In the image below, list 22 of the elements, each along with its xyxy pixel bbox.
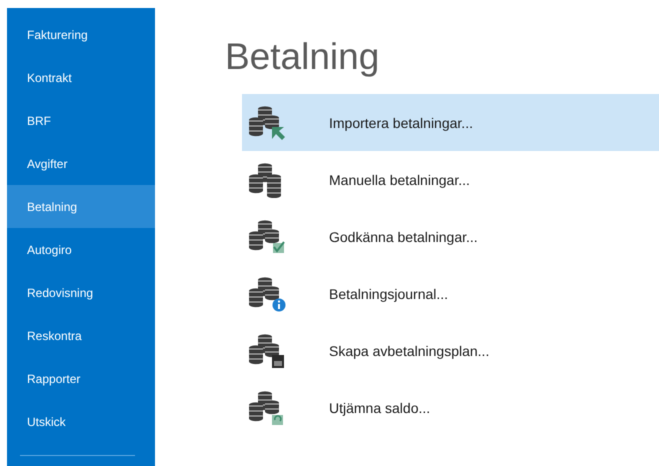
- action-item[interactable]: Skapa avbetalningsplan...: [242, 322, 659, 379]
- sidebar-item[interactable]: Avgifter: [7, 142, 155, 185]
- coins-calendar-icon: [248, 332, 286, 368]
- sidebar-item[interactable]: Betalning: [7, 185, 155, 228]
- action-item[interactable]: Godkänna betalningar...: [242, 208, 659, 265]
- coins-info-icon: [248, 276, 286, 312]
- sidebar-item[interactable]: Kontrakt: [7, 56, 155, 99]
- action-item[interactable]: Utjämna saldo...: [242, 379, 659, 436]
- coins-arrow-icon: [248, 104, 286, 140]
- sidebar-item[interactable]: Redovisning: [7, 271, 155, 314]
- action-item[interactable]: Manuella betalningar...: [242, 151, 659, 208]
- sidebar-item[interactable]: BRF: [7, 99, 155, 142]
- coins-refresh-icon: [248, 390, 286, 426]
- sidebar-item[interactable]: Utskick: [7, 400, 155, 443]
- sidebar-item[interactable]: Fakturering: [7, 13, 155, 56]
- sidebar-item[interactable]: Rapporter: [7, 357, 155, 400]
- action-item[interactable]: Betalningsjournal...: [242, 265, 659, 322]
- coins-check-icon: [248, 218, 286, 254]
- page-title: Betalning: [225, 35, 380, 79]
- action-item[interactable]: Importera betalningar...: [242, 94, 659, 151]
- sidebar-item[interactable]: Autogiro: [7, 228, 155, 271]
- sidebar-item[interactable]: Reskontra: [7, 314, 155, 357]
